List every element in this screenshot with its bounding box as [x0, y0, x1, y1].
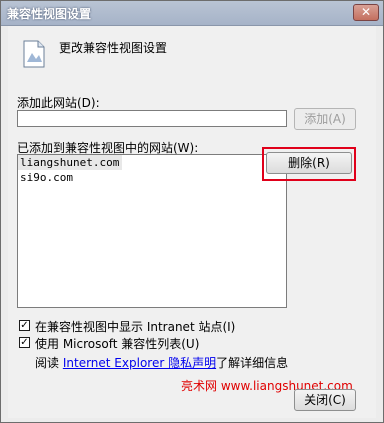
- ms-list-checkbox[interactable]: ✓: [19, 337, 30, 348]
- page-settings-icon: [23, 40, 45, 68]
- dialog-body: 更改兼容性视图设置 添加此网站(D): 添加(A) 已添加到兼容性视图中的网站(…: [8, 26, 376, 418]
- window-close-button[interactable]: ✕: [353, 4, 379, 21]
- site-listbox[interactable]: liangshunet.com si9o.com: [17, 154, 287, 308]
- intranet-checkbox-label: 在兼容性视图中显示 Intranet 站点(I): [35, 320, 236, 334]
- dialog-heading: 更改兼容性视图设置: [59, 41, 168, 55]
- ms-list-checkbox-label: 使用 Microsoft 兼容性列表(U): [35, 337, 200, 351]
- list-item[interactable]: si9o.com: [18, 170, 286, 185]
- add-button[interactable]: 添加(A): [294, 108, 356, 130]
- dialog-window: 兼容性视图设置 ✕ 更改兼容性视图设置 添加此网站(D): 添加(A) 已添加到…: [0, 0, 384, 423]
- add-site-input[interactable]: [17, 110, 287, 127]
- privacy-prefix: 阅读: [35, 356, 60, 370]
- add-site-label: 添加此网站(D):: [17, 96, 100, 110]
- list-item[interactable]: liangshunet.com: [18, 155, 286, 170]
- intranet-checkbox[interactable]: ✓: [19, 320, 30, 331]
- privacy-statement-link[interactable]: Internet Explorer 隐私声明: [63, 356, 216, 370]
- close-button[interactable]: 关闭(C): [294, 389, 356, 411]
- window-title: 兼容性视图设置: [7, 7, 92, 21]
- privacy-line: 阅读 Internet Explorer 隐私声明了解详细信息: [35, 354, 288, 371]
- remove-button[interactable]: 删除(R): [266, 152, 352, 174]
- title-bar[interactable]: 兼容性视图设置 ✕: [1, 1, 383, 26]
- privacy-suffix: 了解详细信息: [216, 356, 289, 370]
